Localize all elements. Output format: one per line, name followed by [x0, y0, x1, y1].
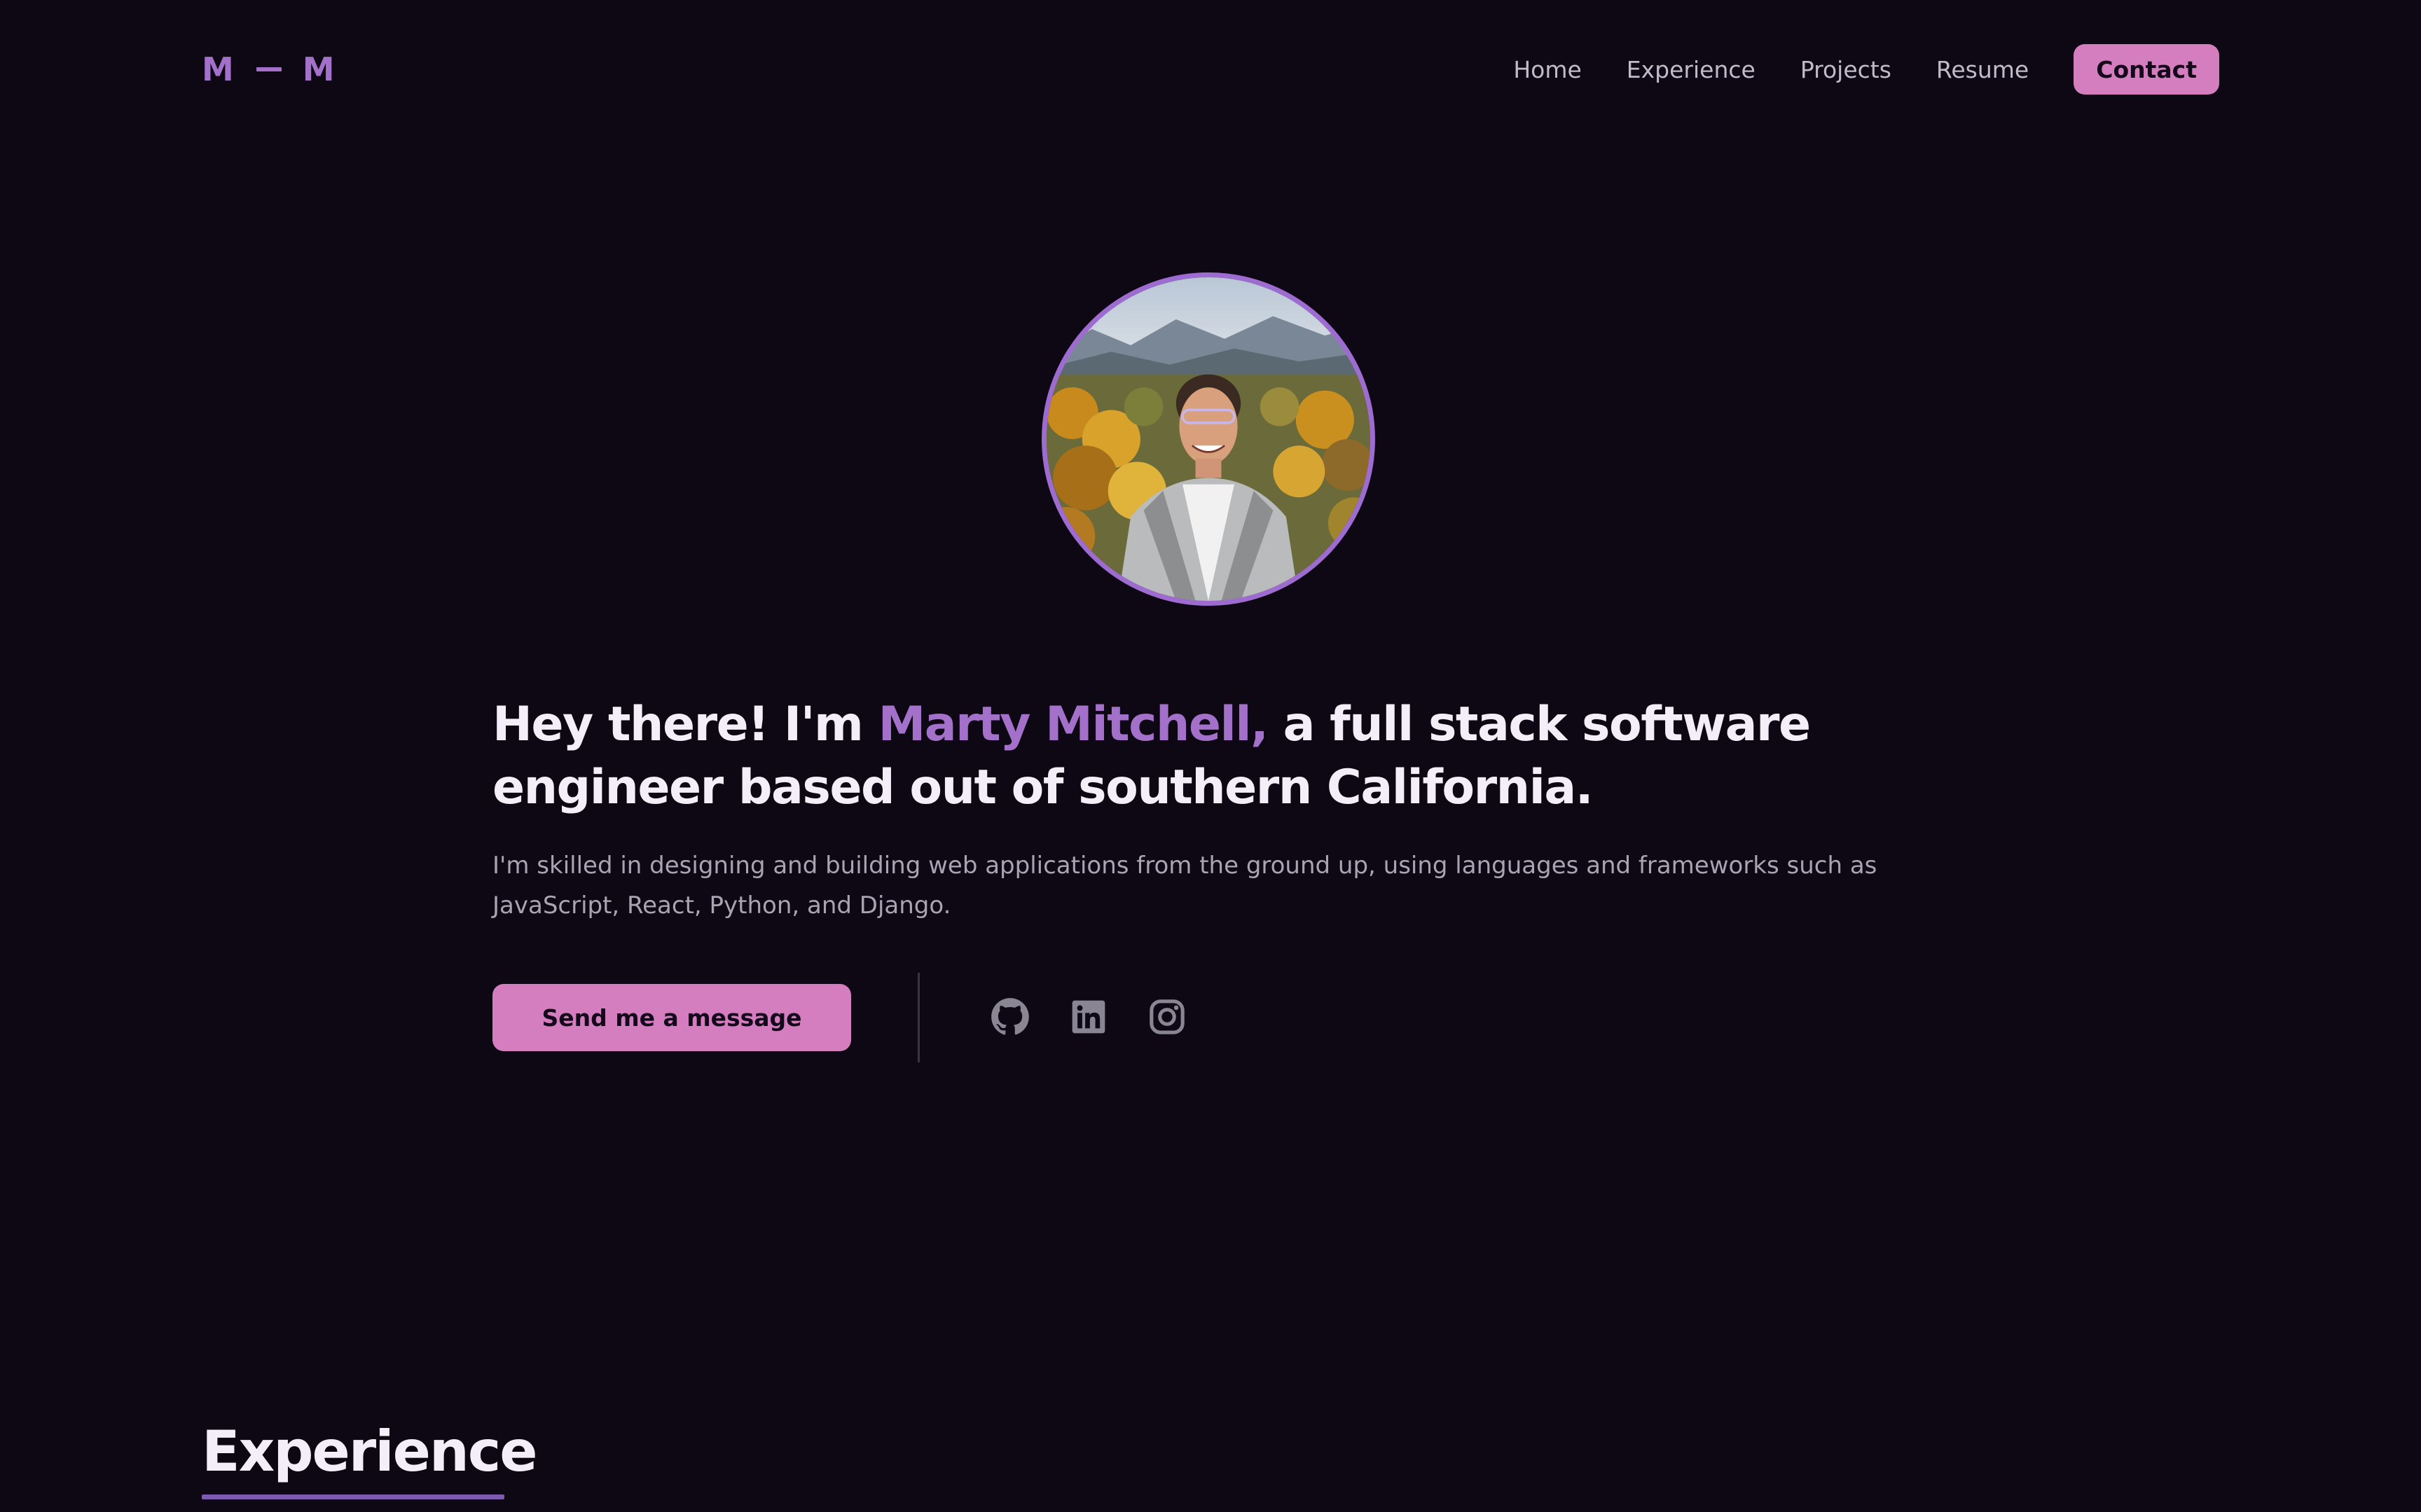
hero-headline: Hey there! I'm Marty Mitchell, a full st…	[492, 693, 1922, 819]
headline-intro: Hey there! I'm	[492, 697, 878, 752]
site-logo[interactable]: M M	[202, 46, 336, 92]
nav-link-home[interactable]: Home	[1513, 56, 1581, 83]
logo-letter-left: M	[202, 50, 235, 88]
instagram-icon[interactable]	[1147, 997, 1187, 1036]
nav-link-resume[interactable]: Resume	[1936, 56, 2029, 83]
hero-description: I'm skilled in designing and building we…	[492, 852, 1877, 920]
contact-button[interactable]: Contact	[2074, 44, 2219, 95]
heading-underline	[202, 1494, 504, 1499]
experience-heading: Experience	[202, 1419, 538, 1484]
main-nav: Home Experience Projects Resume Contact	[1468, 43, 2219, 95]
github-icon[interactable]	[991, 997, 1030, 1036]
nav-link-projects[interactable]: Projects	[1800, 56, 1891, 83]
send-message-button[interactable]: Send me a message	[492, 984, 851, 1051]
profile-photo	[1042, 272, 1375, 606]
vertical-divider	[918, 973, 920, 1062]
headline-name: Marty Mitchell,	[878, 697, 1269, 752]
logo-letter-right: M	[302, 50, 336, 88]
logo-dash	[256, 67, 282, 71]
linkedin-icon[interactable]	[1069, 997, 1108, 1036]
nav-link-experience[interactable]: Experience	[1627, 56, 1756, 83]
